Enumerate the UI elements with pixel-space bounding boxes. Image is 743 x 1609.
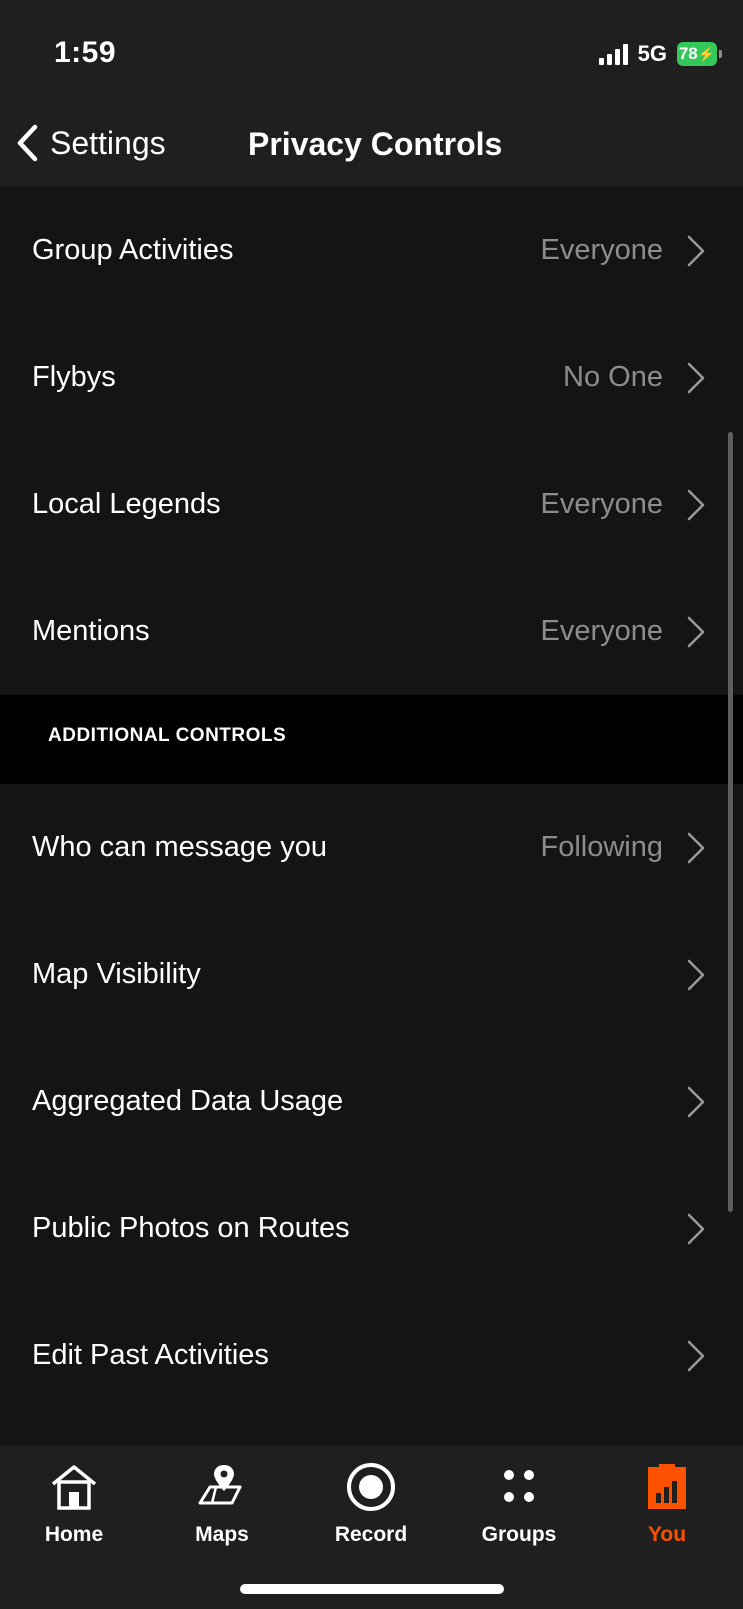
- row-edit-past-activities[interactable]: Edit Past Activities: [0, 1292, 743, 1419]
- row-who-can-message-you[interactable]: Who can message you Following: [0, 784, 743, 911]
- tab-home[interactable]: Home: [19, 1459, 129, 1559]
- tab-label: Home: [44, 1523, 104, 1546]
- tab-you[interactable]: You: [612, 1459, 722, 1559]
- signal-icon: [598, 43, 628, 65]
- row-label: Public Photos on Routes: [32, 1212, 350, 1244]
- battery-icon: 78 ⚡: [677, 42, 722, 66]
- section-header-additional-controls: ADDITIONAL CONTROLS: [0, 695, 743, 784]
- row-value: Following: [540, 831, 664, 863]
- home-indicator[interactable]: [240, 1584, 504, 1594]
- tab-groups[interactable]: Groups: [464, 1459, 574, 1559]
- tab-label: Record: [334, 1523, 408, 1546]
- chevron-right-icon: [687, 1213, 705, 1245]
- map-icon: [198, 1465, 242, 1505]
- privacy-settings-list: Group Activities Everyone Flybys No One …: [0, 187, 743, 1419]
- home-icon: [51, 1465, 97, 1510]
- row-label: Flybys: [32, 361, 116, 393]
- row-mentions[interactable]: Mentions Everyone: [0, 568, 743, 695]
- record-icon: [347, 1463, 395, 1511]
- row-value: Everyone: [540, 234, 663, 266]
- chevron-right-icon: [687, 362, 705, 394]
- status-time: 1:59: [54, 36, 117, 69]
- row-value: No One: [563, 361, 663, 393]
- chevron-right-icon: [687, 959, 705, 991]
- row-label: Group Activities: [32, 234, 234, 266]
- battery-level: 78: [678, 44, 698, 63]
- chevron-left-icon: [17, 124, 38, 162]
- status-bar: 1:59 5G 78 ⚡: [0, 0, 743, 100]
- status-indicators: 5G 78 ⚡: [598, 40, 722, 68]
- row-map-visibility[interactable]: Map Visibility: [0, 911, 743, 1038]
- row-group-activities[interactable]: Group Activities Everyone: [0, 187, 743, 314]
- tab-maps[interactable]: Maps: [167, 1459, 277, 1559]
- row-label: Map Visibility: [32, 958, 201, 990]
- row-local-legends[interactable]: Local Legends Everyone: [0, 441, 743, 568]
- row-public-photos-on-routes[interactable]: Public Photos on Routes: [0, 1165, 743, 1292]
- row-value: Everyone: [540, 615, 663, 647]
- chevron-right-icon: [687, 489, 705, 521]
- chevron-right-icon: [687, 832, 705, 864]
- tab-label: Groups: [481, 1523, 557, 1546]
- you-icon: [648, 1464, 686, 1509]
- row-value: Everyone: [540, 488, 663, 520]
- tab-label: Maps: [195, 1523, 249, 1546]
- section-title: ADDITIONAL CONTROLS: [48, 725, 287, 746]
- chevron-right-icon: [687, 235, 705, 267]
- back-button[interactable]: Settings: [14, 116, 166, 170]
- row-label: Who can message you: [32, 831, 327, 863]
- row-flybys[interactable]: Flybys No One: [0, 314, 743, 441]
- tab-label: You: [647, 1523, 687, 1546]
- network-type: 5G: [637, 41, 667, 66]
- tab-record[interactable]: Record: [316, 1459, 426, 1559]
- row-aggregated-data-usage[interactable]: Aggregated Data Usage: [0, 1038, 743, 1165]
- groups-icon: [504, 1470, 534, 1502]
- chevron-right-icon: [687, 1340, 705, 1372]
- navigation-bar: Settings Privacy Controls: [0, 100, 743, 187]
- row-label: Edit Past Activities: [32, 1339, 269, 1371]
- back-label: Settings: [50, 124, 166, 161]
- page-title: Privacy Controls: [248, 126, 503, 162]
- row-label: Mentions: [32, 615, 150, 647]
- scrollbar[interactable]: [728, 432, 733, 1212]
- row-label: Local Legends: [32, 488, 221, 520]
- row-label: Aggregated Data Usage: [32, 1085, 344, 1117]
- chevron-right-icon: [687, 616, 705, 648]
- chevron-right-icon: [687, 1086, 705, 1118]
